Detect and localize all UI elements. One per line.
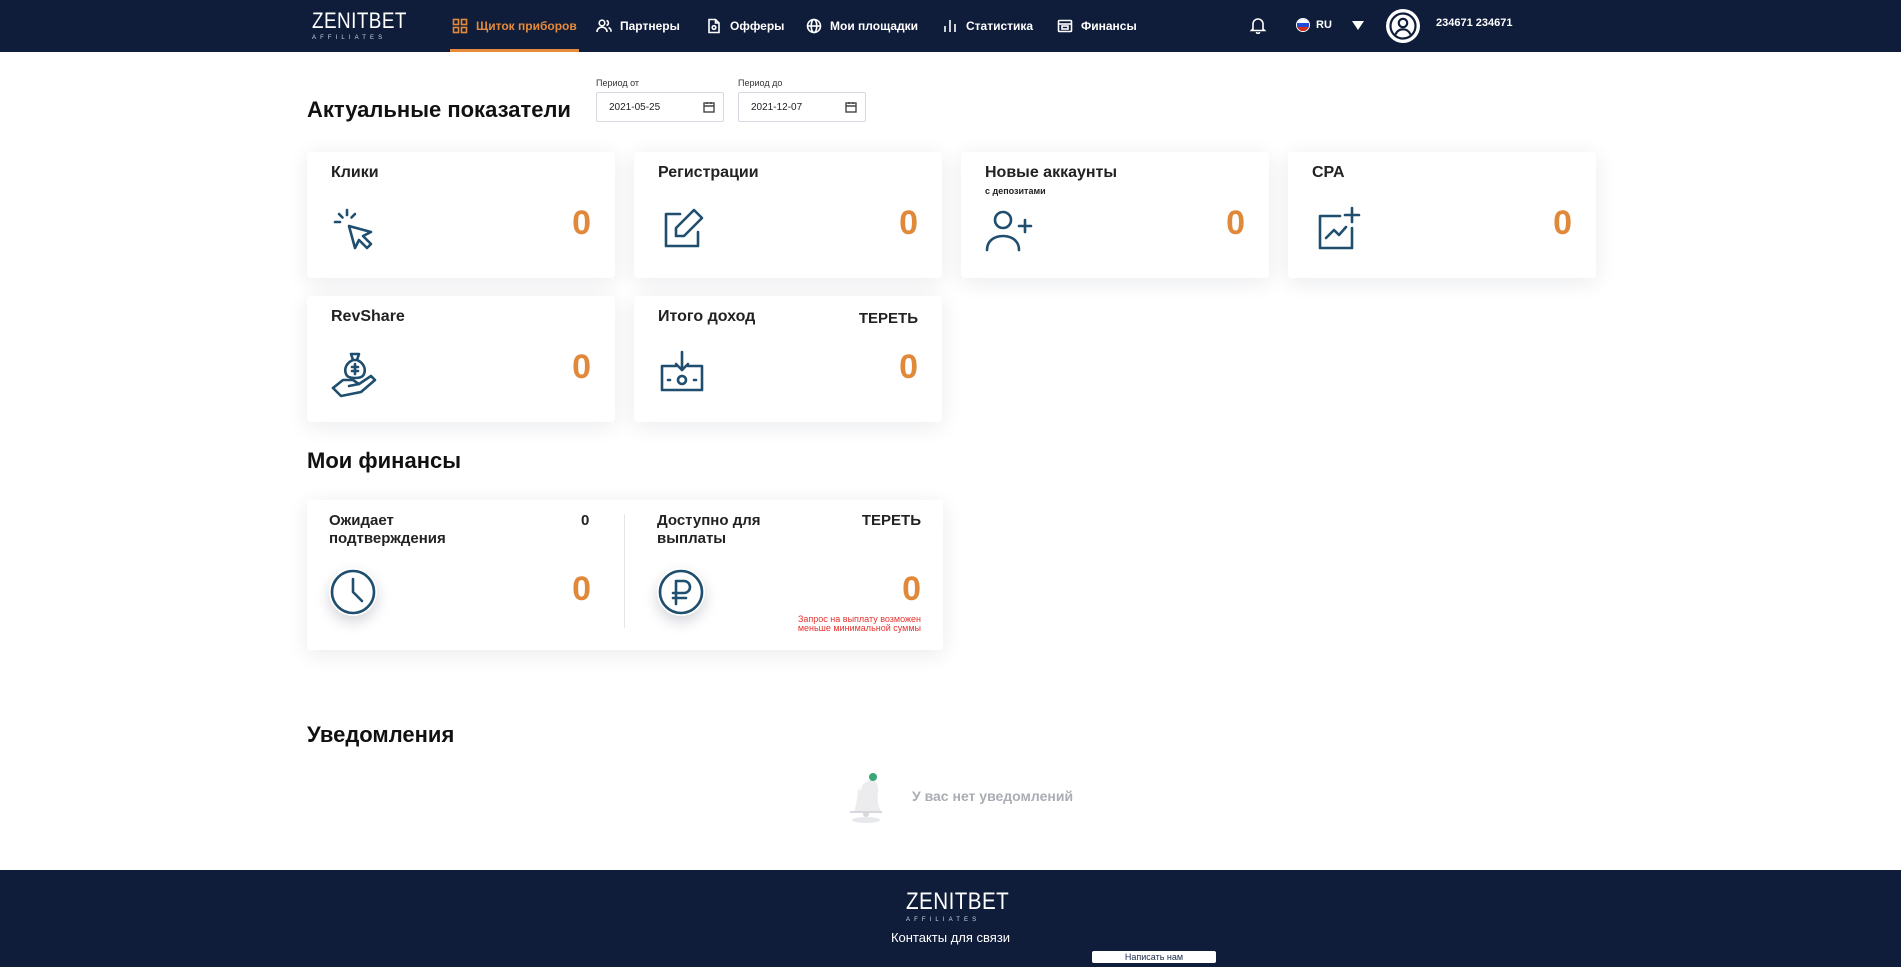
card-total-income-title: Итого доход [658,308,756,325]
card-new-accounts-title: Новые аккаунты [985,164,1118,181]
card-registrations: Регистрации 0 [634,152,942,278]
available-value: 0 [902,570,921,608]
bell-illustration-icon [850,773,882,823]
chevron-down-icon [1351,20,1364,30]
nav-partners-label: Партнеры [620,19,680,33]
finances-title: Мои финансы [307,448,462,473]
period-from-label: Период от [596,78,639,88]
notifications-title: Уведомления [307,722,455,747]
nav-dashboard[interactable]: Щиток приборов [450,0,579,52]
finances-divider [624,514,625,628]
footer-zenitbet-logo[interactable]: ZENITBET AFFILIATES [906,888,1010,924]
card-new-accounts: Новые аккаунты с депозитами 0 [961,152,1269,278]
logo-subtext: AFFILIATES [312,35,387,41]
calendar-icon [845,102,857,113]
card-revshare-title: RevShare [331,308,405,325]
nav-offers-label: Офферы [730,19,785,33]
available-label: Доступно для выплаты [657,512,761,547]
nav-my-platforms[interactable]: Мои площадки [806,0,918,52]
pending-label: Ожидает подтверждения [329,512,446,547]
card-revshare-value: 0 [572,348,591,386]
globe-icon [806,18,822,34]
footer: ZENITBET AFFILIATES Контакты для связи Н… [0,870,1901,967]
period-from-group: Период от 2021-05-25 [596,78,724,122]
bar-chart-icon [944,20,956,32]
nav-offers[interactable]: Офферы [706,0,784,52]
card-clicks-value: 0 [572,204,591,242]
indicators-title: Актуальные показатели [307,97,571,122]
card-new-accounts-subtitle: с депозитами [985,186,1046,196]
write-us-button[interactable]: Написать нам [1092,951,1216,963]
top-navigation-bar: ZENITBET AFFILIATES Щиток приборов Партн… [0,0,1901,52]
notifications-bell-icon[interactable] [1249,16,1267,35]
nav-finances[interactable]: Финансы [1057,0,1137,52]
ruble-icon [657,568,705,616]
document-icon [708,18,720,34]
card-cpa-title: CPA [1312,164,1345,181]
logo-text: ZENITBET [312,8,407,33]
available-currency: ТЕРЕТЬ [861,512,921,529]
card-total-income: Итого доход ТЕРЕТЬ 0 [634,296,942,422]
nav-my-platforms-label: Мои площадки [830,19,919,33]
period-from-value: 2021-05-25 [609,101,661,113]
nav-statistics-label: Статистика [966,19,1034,33]
dashboard-icon [452,18,468,34]
card-registrations-value: 0 [899,204,918,242]
footer-contacts-label: Контакты для связи [890,930,1011,945]
chart-add-icon [1310,204,1362,256]
period-to-group: Период до 2021-12-07 [738,78,866,122]
footer-logo-text: ZENITBET [906,888,1010,915]
nav-partners[interactable]: Партнеры [596,0,680,52]
cash-download-icon [656,348,708,400]
card-clicks: Клики 0 [307,152,615,278]
language-selector[interactable]: RU [1296,14,1364,36]
period-to-label: Период до [738,78,783,88]
card-total-income-value: 0 [899,348,918,386]
card-revshare: RevShare 0 [307,296,615,422]
users-icon [596,19,612,33]
clock-icon [329,568,377,616]
pending-small-value: 0 [581,512,590,529]
zenitbet-logo[interactable]: ZENITBET AFFILIATES [312,8,407,44]
period-from-input[interactable]: 2021-05-25 [596,92,724,122]
language-code: RU [1316,19,1332,31]
pending-value: 0 [572,570,591,608]
card-new-accounts-value: 0 [1226,204,1245,242]
card-cpa-value: 0 [1553,204,1572,242]
user-plus-icon [983,204,1035,256]
nav-dashboard-label: Щиток приборов [476,19,577,33]
card-registrations-title: Регистрации [658,164,759,181]
empty-notifications: У вас нет уведомлений [840,768,1073,824]
period-to-value: 2021-12-07 [751,101,803,113]
nav-finances-label: Финансы [1081,19,1137,33]
empty-notifications-text: У вас нет уведомлений [912,788,1074,804]
russia-flag-icon [1296,18,1310,32]
cursor-click-icon [329,204,381,256]
nav-statistics[interactable]: Статистика [942,0,1033,52]
footer-logo-subtext: AFFILIATES [906,917,981,923]
user-avatar-icon[interactable] [1386,9,1420,43]
payout-warning: Запрос на выплату возможен меньше минима… [797,614,921,633]
calendar-icon [703,102,715,113]
username[interactable]: 234671 234671 [1436,17,1512,29]
money-hand-icon [329,348,381,400]
card-clicks-title: Клики [331,164,379,181]
wallet-icon [1057,19,1073,33]
finances-card: Ожидает подтверждения 0 0 Доступно для в… [307,500,943,650]
card-cpa: CPA 0 [1288,152,1596,278]
edit-icon [656,204,708,256]
period-to-input[interactable]: 2021-12-07 [738,92,866,122]
card-total-income-currency: ТЕРЕТЬ [858,310,918,327]
